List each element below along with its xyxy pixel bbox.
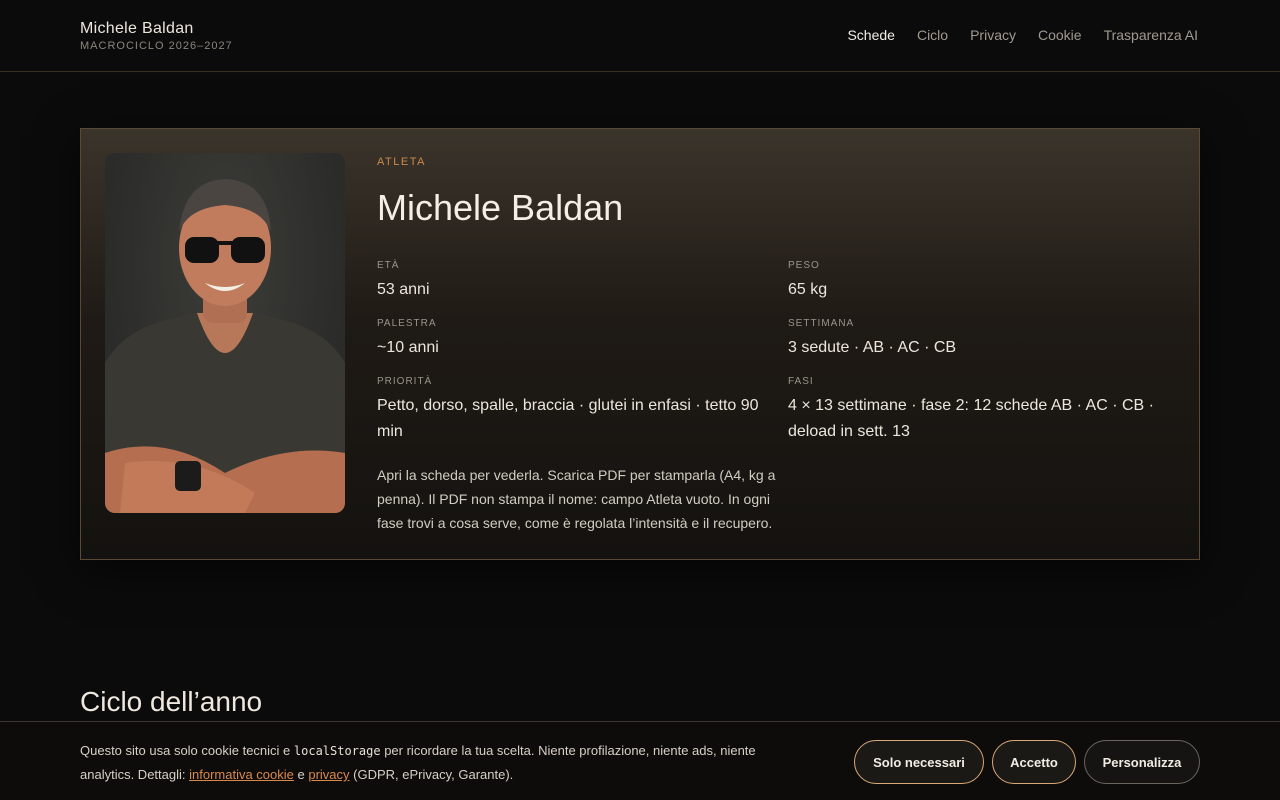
brand-name[interactable]: Michele Baldan [80, 20, 233, 38]
athlete-card: ATLETA Michele Baldan ETÀ 53 anni PESO 6… [80, 128, 1200, 560]
field-label: FASI [788, 376, 814, 387]
field-eta: ETÀ 53 anni [377, 260, 767, 303]
cookie-text-part: e [293, 767, 309, 782]
field-label: PESO [788, 260, 820, 271]
field-value: 4 × 13 settimane · fase 2: 12 schede AB … [788, 397, 1154, 440]
athlete-photo [105, 153, 345, 513]
field-priorita: PRIORITÀ Petto, dorso, spalle, braccia ·… [377, 376, 767, 445]
nav-schede[interactable]: Schede [847, 27, 894, 43]
link-privacy[interactable]: privacy [308, 767, 349, 782]
personalizza-button[interactable]: Personalizza [1084, 740, 1200, 784]
field-value: 3 sedute · AB · AC · CB [788, 339, 957, 356]
field-label: SETTIMANA [788, 318, 855, 329]
field-peso: PESO 65 kg [788, 260, 1178, 303]
link-informativa-cookie[interactable]: informativa cookie [189, 767, 294, 782]
nav-ciclo[interactable]: Ciclo [917, 27, 948, 43]
cookie-text: Questo sito usa solo cookie tecnici e lo… [80, 739, 780, 786]
card-note: Apri la scheda per vederla. Scarica PDF … [377, 467, 776, 531]
accetto-button[interactable]: Accetto [992, 740, 1076, 784]
athlete-name: Michele Baldan [377, 187, 624, 228]
field-label: PRIORITÀ [377, 376, 433, 387]
nav-trasparenza-ai[interactable]: Trasparenza AI [1104, 27, 1198, 43]
field-value: 65 kg [788, 281, 828, 298]
card-kicker: ATLETA [377, 156, 426, 168]
cookie-text-part: (GDPR, ePrivacy, Garante). [349, 767, 514, 782]
athlete-portrait-image [105, 179, 345, 513]
brand-subtitle: MACROCICLO 2026–2027 [80, 40, 233, 52]
cookie-banner: Questo sito usa solo cookie tecnici e lo… [0, 721, 1280, 800]
cookie-text-part: Questo sito usa solo cookie tecnici e [80, 743, 294, 758]
cookie-code-localstorage: localStorage [293, 744, 381, 758]
nav-cookie[interactable]: Cookie [1038, 27, 1082, 43]
main-nav: Schede Ciclo Privacy Cookie Trasparenza … [847, 27, 1198, 43]
field-value: ~10 anni [377, 339, 439, 356]
section-title-ciclo: Ciclo dell’anno [80, 686, 263, 717]
field-fasi: FASI 4 × 13 settimane · fase 2: 12 sched… [788, 376, 1178, 445]
solo-necessari-button[interactable]: Solo necessari [854, 740, 984, 784]
brand[interactable]: Michele Baldan MACROCICLO 2026–2027 [80, 20, 233, 52]
nav-privacy[interactable]: Privacy [970, 27, 1016, 43]
field-value: 53 anni [377, 281, 430, 298]
field-settimana: SETTIMANA 3 sedute · AB · AC · CB [788, 318, 1178, 361]
site-header: Michele Baldan MACROCICLO 2026–2027 Sche… [0, 0, 1280, 72]
field-palestra: PALESTRA ~10 anni [377, 318, 767, 361]
field-value: Petto, dorso, spalle, braccia · glutei i… [377, 397, 759, 440]
field-label: ETÀ [377, 260, 400, 271]
field-label: PALESTRA [377, 318, 437, 329]
